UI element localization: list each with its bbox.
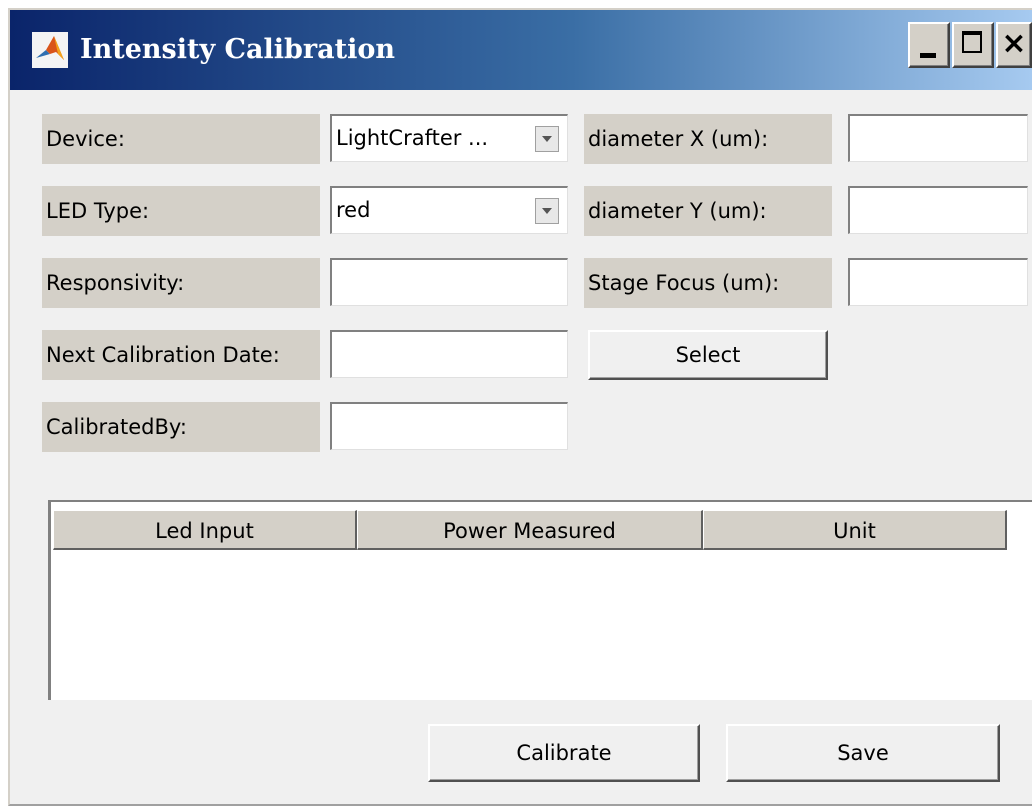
device-selected-value: LightCrafter ... [336,126,489,150]
chevron-down-icon[interactable] [535,198,559,224]
led-type-selected-value: red [336,198,371,222]
close-button[interactable]: × [996,22,1032,68]
calibrated-by-label: CalibratedBy: [42,402,320,452]
stage-focus-input[interactable] [848,258,1028,306]
window-title: Intensity Calibration [80,34,396,65]
column-header-unit[interactable]: Unit [703,510,1007,550]
column-header-led-input[interactable]: Led Input [53,510,357,550]
led-type-dropdown[interactable]: red [330,186,568,234]
calibrate-button[interactable]: Calibrate [428,724,700,782]
next-calibration-date-label: Next Calibration Date: [42,330,320,380]
stage-focus-label: Stage Focus (um): [584,258,832,308]
diameter-y-input[interactable] [848,186,1028,234]
diameter-x-label: diameter X (um): [584,114,832,164]
minimize-button[interactable] [908,22,950,68]
intensity-calibration-window: Intensity Calibration × Device: LED Type… [8,8,1032,806]
title-bar[interactable]: Intensity Calibration × [10,10,1032,90]
save-button[interactable]: Save [726,724,1000,782]
device-dropdown[interactable]: LightCrafter ... [330,114,568,162]
select-button[interactable]: Select [588,330,828,380]
column-header-power-measured[interactable]: Power Measured [357,510,703,550]
minimize-icon [920,53,936,58]
chevron-down-icon[interactable] [535,126,559,152]
responsivity-input[interactable] [330,258,568,306]
maximize-icon [962,31,982,53]
next-calibration-date-input[interactable] [330,330,568,378]
diameter-y-label: diameter Y (um): [584,186,832,236]
led-type-label: LED Type: [42,186,320,236]
maximize-button[interactable] [952,22,994,68]
diameter-x-input[interactable] [848,114,1028,162]
responsivity-label: Responsivity: [42,258,320,308]
calibrated-by-input[interactable] [330,402,568,450]
matlab-logo-icon [32,32,68,68]
calibration-table[interactable]: Led Input Power Measured Unit [48,500,1032,700]
device-label: Device: [42,114,320,164]
close-icon: × [1001,26,1027,61]
